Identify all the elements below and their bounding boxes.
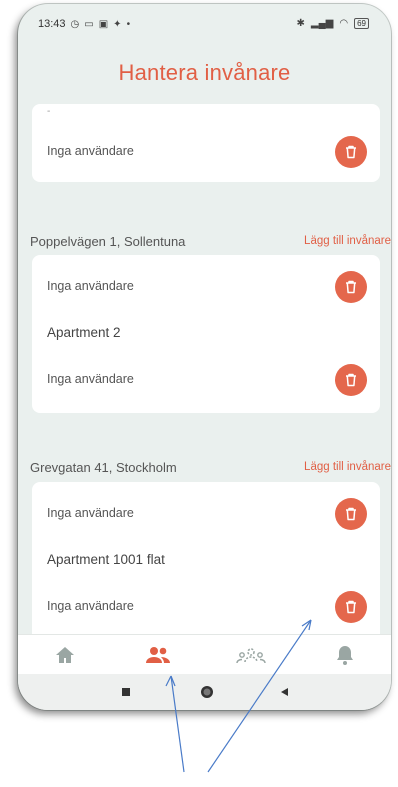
arrowhead-icon: [165, 675, 176, 687]
annotation-arrows: [165, 619, 312, 773]
annotation-arrow-line: [207, 619, 312, 773]
arrowhead-icon: [301, 619, 312, 631]
annotation-arrow-line: [170, 675, 185, 773]
